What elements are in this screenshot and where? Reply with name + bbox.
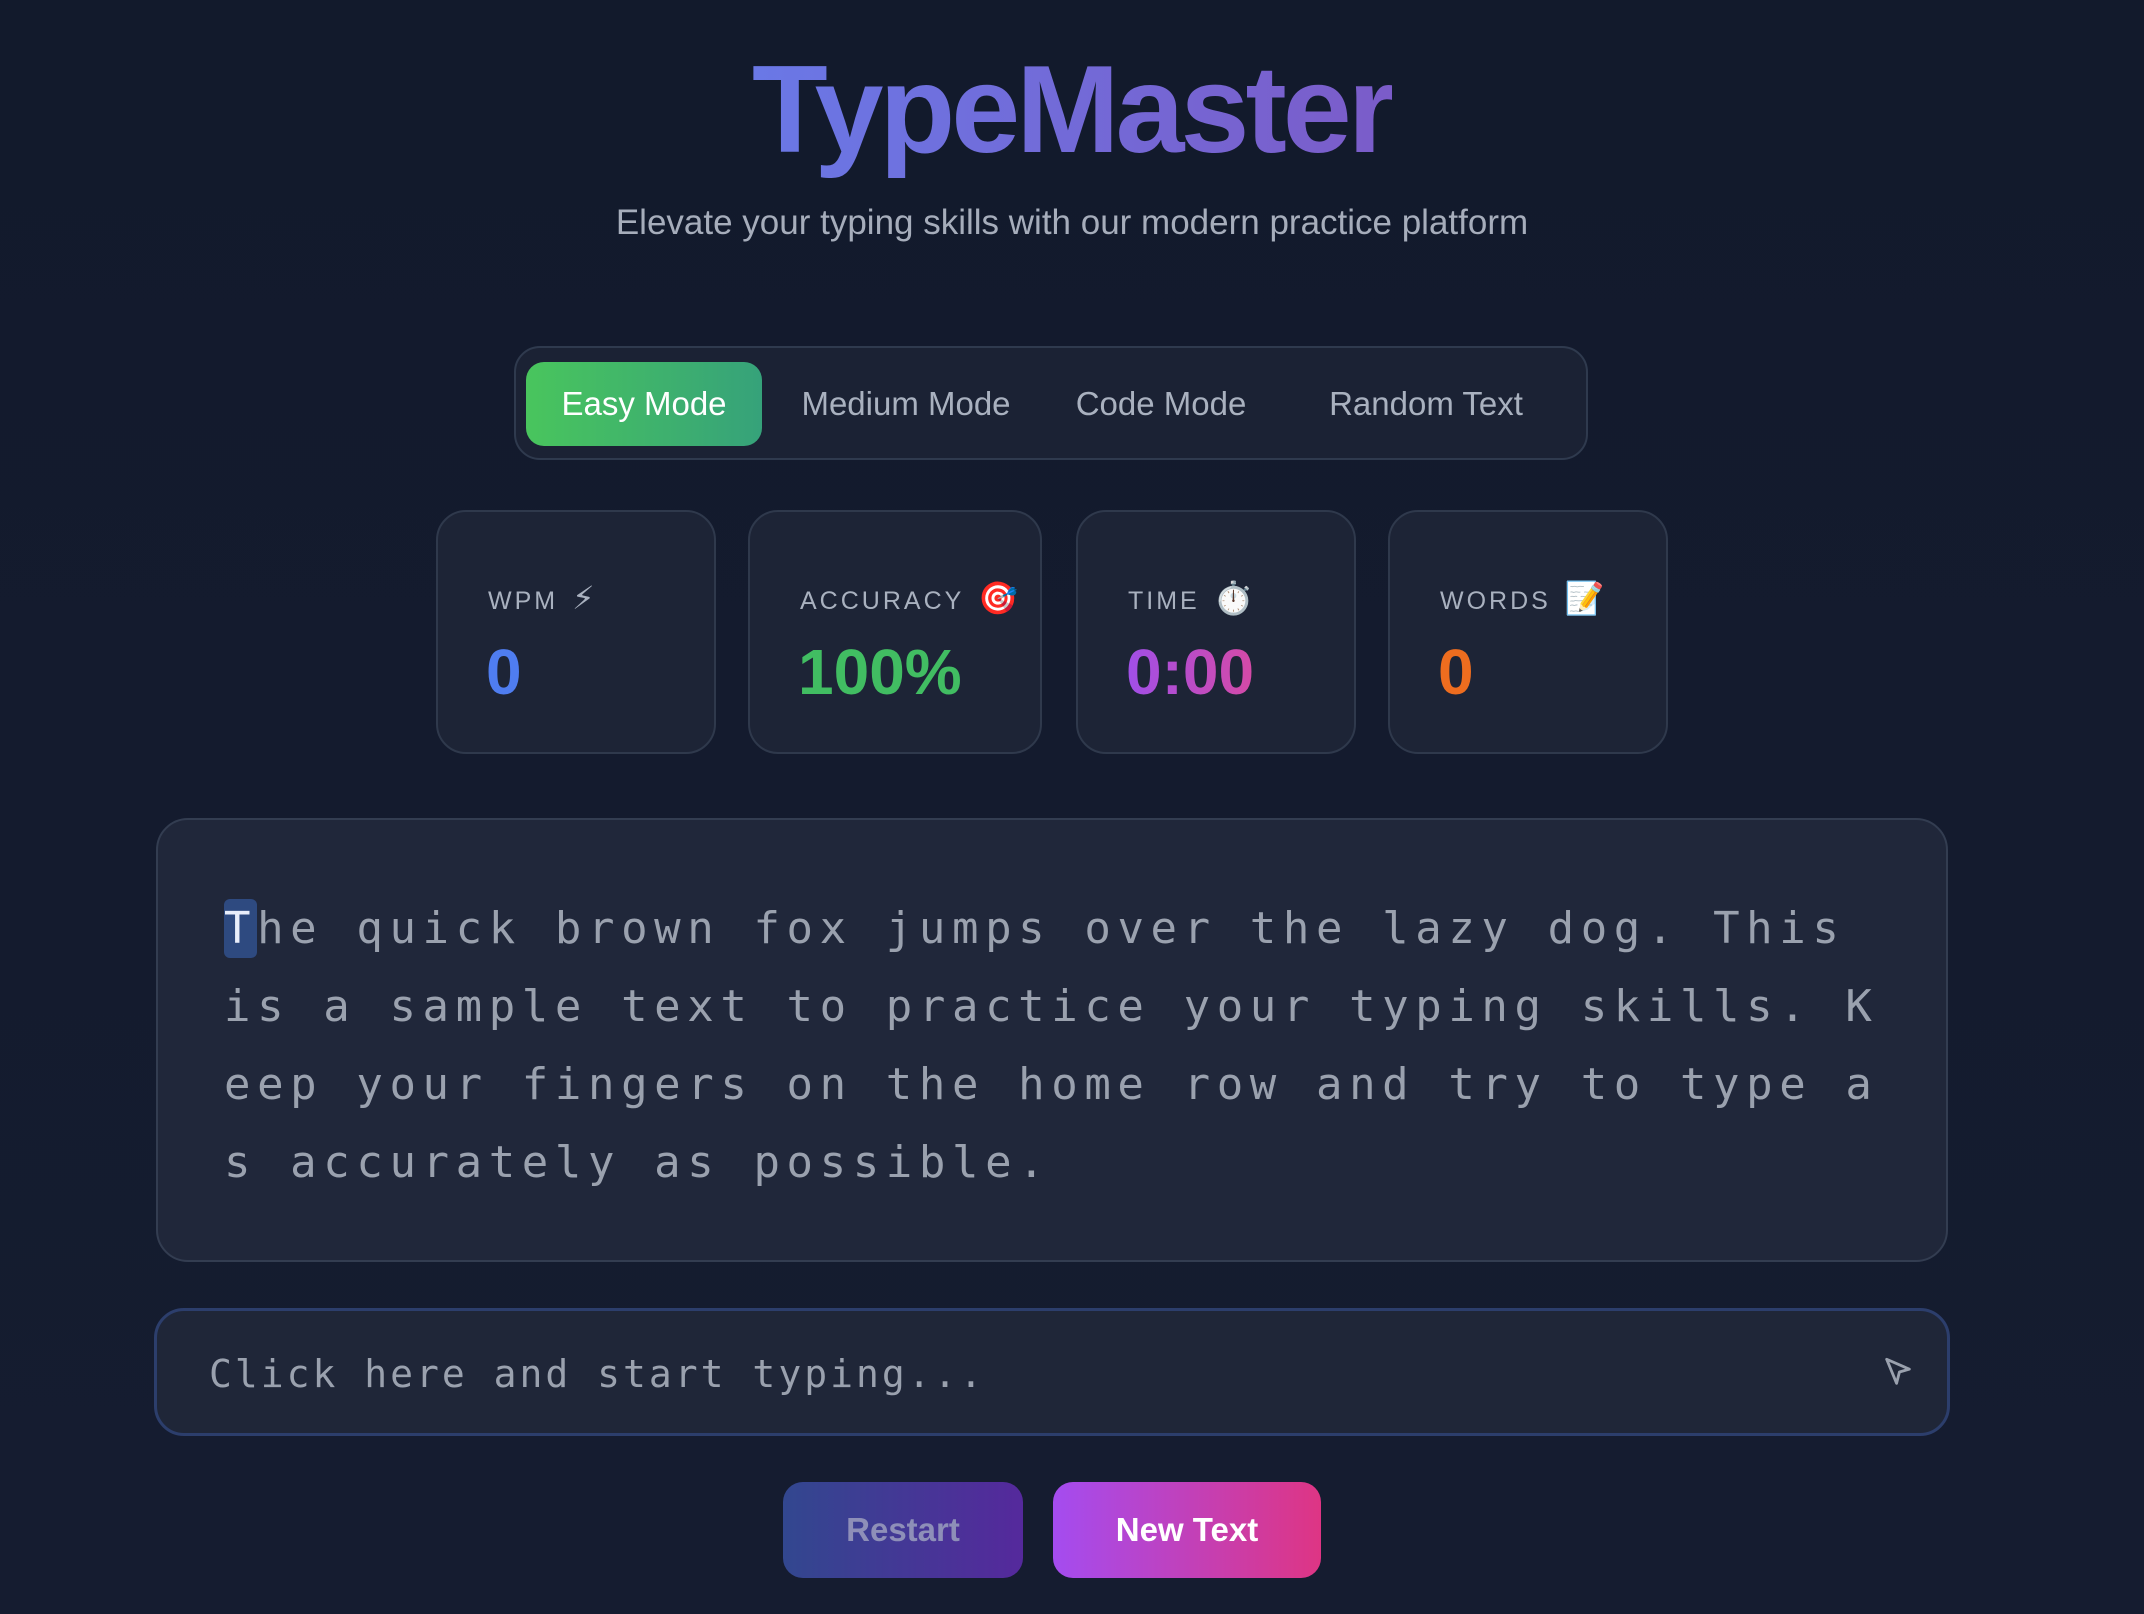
stat-label-wpm: WPM ⚡ [488, 580, 595, 616]
current-char-cursor: T [224, 899, 258, 958]
typing-input-container [154, 1308, 1950, 1436]
stat-card-accuracy: ACCURACY 🎯 100% [748, 510, 1042, 754]
typing-input[interactable] [207, 1331, 1831, 1417]
new-text-button[interactable]: New Text [1053, 1482, 1321, 1578]
tab-code-mode[interactable]: Code Mode [1054, 362, 1268, 446]
lightning-icon: ⚡ [572, 580, 595, 616]
mode-selector: Easy Mode Medium Mode Code Mode Random T… [514, 346, 1588, 460]
stat-label-words: WORDS 📝 [1440, 580, 1605, 616]
send-arrow-icon [1885, 1357, 1911, 1385]
app-subtitle: Elevate your typing skills with our mode… [615, 203, 1529, 242]
restart-button[interactable]: Restart [783, 1482, 1023, 1578]
stat-card-wpm: WPM ⚡ 0 [436, 510, 716, 754]
stat-value-accuracy: 100% [798, 636, 962, 708]
target-icon: 🎯 [978, 580, 1019, 616]
stat-label-accuracy: ACCURACY 🎯 [800, 580, 1019, 616]
stat-card-words: WORDS 📝 0 [1388, 510, 1668, 754]
practice-text-panel: The quick brown fox jumps over the lazy … [156, 818, 1948, 1262]
typemaster-page: TypeMaster Elevate your typing skills wi… [0, 0, 2144, 1614]
stat-label-time: TIME ⏱️ [1128, 580, 1254, 616]
remaining-text: he quick brown fox jumps over the lazy d… [224, 903, 1879, 1188]
stopwatch-icon: ⏱️ [1213, 580, 1254, 616]
stat-value-wpm: 0 [486, 636, 522, 708]
stat-card-time: TIME ⏱️ 0:00 [1076, 510, 1356, 754]
memo-icon: 📝 [1564, 580, 1605, 616]
practice-text: The quick brown fox jumps over the lazy … [224, 890, 1884, 1202]
stat-value-words: 0 [1438, 636, 1474, 708]
stat-value-time: 0:00 [1126, 632, 1254, 712]
tab-random-text[interactable]: Random Text [1294, 362, 1558, 446]
app-title: TypeMaster [752, 41, 1396, 179]
tab-easy-mode[interactable]: Easy Mode [526, 362, 762, 446]
tab-medium-mode[interactable]: Medium Mode [784, 362, 1028, 446]
